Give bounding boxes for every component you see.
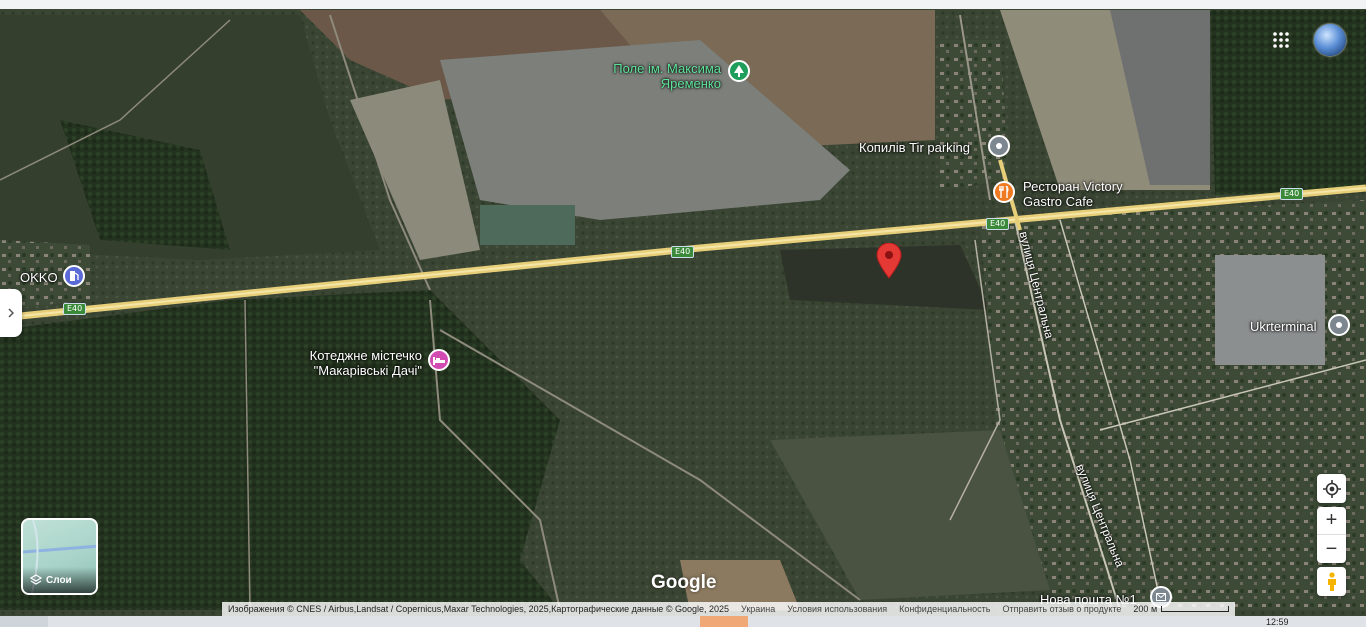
poi-pole-line1: Поле ім. Максима — [613, 61, 721, 76]
road-shield-e40: E40 — [1280, 188, 1304, 200]
location-icon[interactable] — [988, 135, 1010, 157]
poi-ukrterminal-label[interactable]: Ukrterminal — [1250, 319, 1316, 334]
taskbar: 12:59 — [0, 616, 1366, 627]
side-panel-toggle-button[interactable] — [0, 289, 22, 337]
layers-label: Слои — [46, 574, 72, 586]
layers-icon — [30, 574, 42, 585]
road-shield-e40: E40 — [63, 303, 87, 315]
hotel-icon[interactable] — [428, 349, 450, 371]
pegman-button[interactable] — [1317, 567, 1346, 596]
apps-grid-icon[interactable] — [1272, 31, 1290, 49]
country-label: Украина — [741, 604, 776, 614]
scale-label: 200 м — [1133, 604, 1158, 614]
privacy-link[interactable]: Конфиденциальность — [899, 602, 990, 616]
feedback-link[interactable]: Отправить отзыв о продукте — [1002, 602, 1121, 616]
satellite-map[interactable] — [0, 0, 1366, 627]
poi-kotedzhne-label[interactable]: Котеджне містечко "Макарівські Дачі" — [287, 348, 422, 378]
chevron-right-icon — [8, 308, 14, 318]
poi-kotedzhne-line2: "Макарівські Дачі" — [313, 363, 422, 378]
pegman-icon — [1327, 571, 1336, 591]
google-logo: Google — [651, 572, 717, 593]
poi-pole-line2: Яременко — [660, 76, 721, 91]
gas-station-icon[interactable] — [63, 265, 85, 287]
poi-kotedzhne-line1: Котеджне містечко — [309, 348, 422, 363]
terms-link[interactable]: Условия использования — [787, 602, 887, 616]
road-shield-e40: E40 — [986, 218, 1010, 230]
globe-avatar-icon[interactable] — [1314, 24, 1346, 56]
zoom-out-button[interactable]: − — [1317, 535, 1346, 563]
my-location-icon — [1322, 479, 1341, 498]
scale-bar[interactable]: 200 м — [1133, 602, 1230, 616]
imagery-credit[interactable]: Изображения © CNES / Airbus,Landsat / Co… — [228, 602, 729, 616]
poi-pole-label[interactable]: Поле ім. Максима Яременко — [596, 61, 721, 91]
my-location-button[interactable] — [1317, 474, 1346, 503]
taskbar-start-area[interactable] — [0, 616, 48, 627]
road-shield-e40: E40 — [671, 246, 695, 258]
tree-icon[interactable] — [728, 60, 750, 82]
dropped-pin-icon[interactable] — [876, 242, 902, 279]
poi-okko-label[interactable]: OKKO — [20, 270, 58, 285]
attribution-bar: Изображения © CNES / Airbus,Landsat / Co… — [222, 602, 1236, 616]
taskbar-clock: 12:59 — [1266, 617, 1289, 627]
poi-victory-line2: Gastro Cafe — [1023, 194, 1094, 209]
layers-button[interactable]: Слои — [21, 518, 98, 595]
location-icon[interactable] — [1328, 314, 1350, 336]
zoom-in-button[interactable]: + — [1317, 507, 1346, 535]
zoom-controls: + − — [1317, 507, 1346, 563]
restaurant-icon[interactable] — [993, 181, 1015, 203]
taskbar-active-app[interactable] — [700, 616, 748, 627]
scale-ruler — [1161, 606, 1230, 612]
poi-victory-line1: Ресторан Victory — [1023, 179, 1123, 194]
poi-victory-label[interactable]: Ресторан Victory Gastro Cafe — [1023, 179, 1123, 209]
poi-kopyliv-label[interactable]: Копилів Tir parking — [859, 140, 970, 155]
